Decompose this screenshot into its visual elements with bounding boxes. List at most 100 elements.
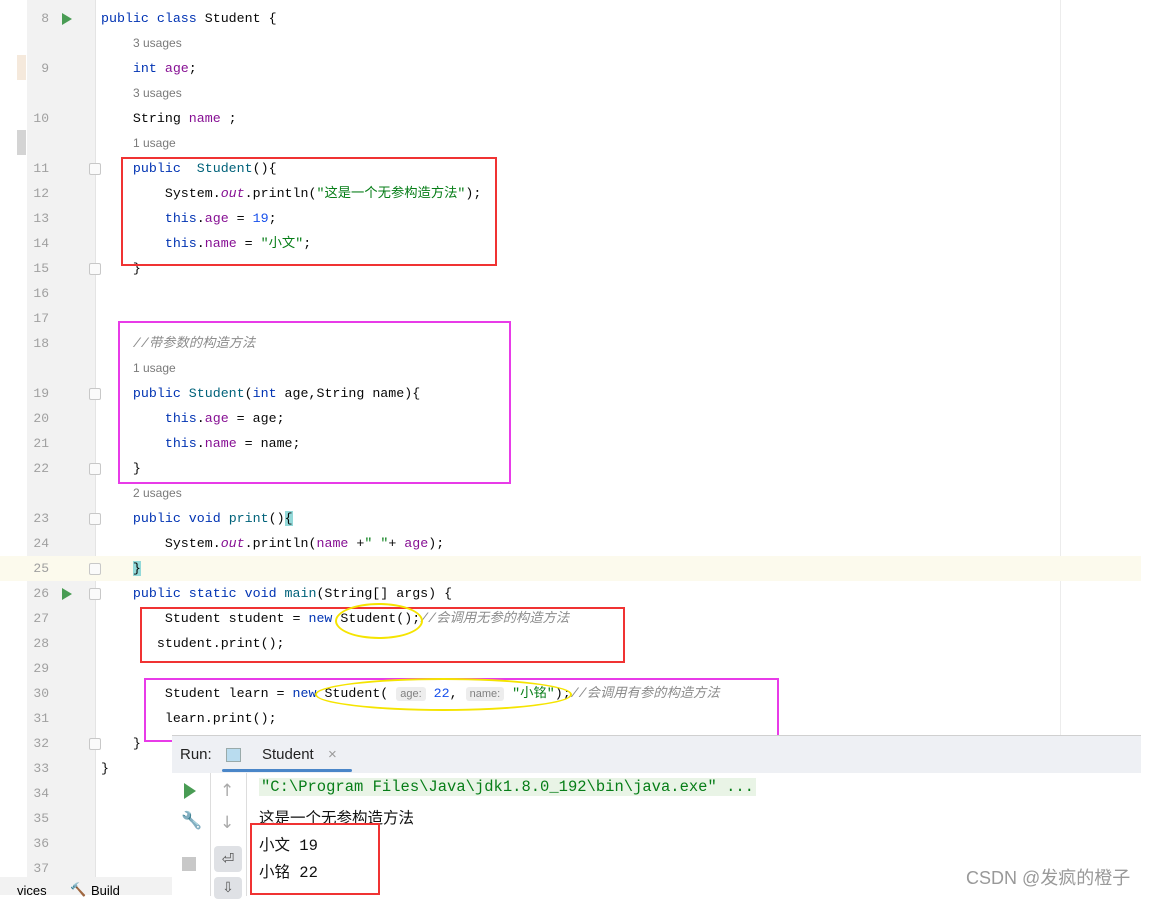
usage-hint[interactable]: 1 usage (0, 356, 1141, 381)
code-text: System.out.println("这是一个无参构造方法"); (101, 181, 482, 206)
code-token: ( (244, 386, 253, 401)
code-token: { (284, 511, 293, 526)
code-token: public static void (132, 586, 285, 601)
usage-count[interactable]: 1 usage (133, 356, 176, 381)
usage-count[interactable]: 1 usage (133, 131, 176, 156)
soft-wrap-icon[interactable]: ⏎ (214, 846, 242, 872)
wrench-icon[interactable]: 🔧 (181, 811, 202, 831)
line-number: 16 (33, 286, 49, 301)
fold-icon[interactable] (89, 463, 101, 475)
code-line: 15 } (0, 256, 1141, 281)
fold-icon[interactable] (89, 163, 101, 175)
code-line: 19 public Student(int age,String name){ (0, 381, 1141, 406)
code-token: ; (220, 111, 237, 126)
stop-icon[interactable] (182, 857, 196, 871)
services-tab[interactable]: vices (17, 883, 47, 898)
code-token: " " (364, 536, 389, 551)
code-token: .println( (244, 186, 317, 201)
code-token: } (101, 461, 141, 476)
fold-icon[interactable] (89, 588, 101, 600)
line-number: 21 (33, 436, 49, 451)
code-text: public Student(){ (101, 156, 277, 181)
code-line: 9 int age; (0, 56, 1141, 81)
line-number: 32 (33, 736, 49, 751)
code-token: () (268, 511, 285, 526)
scroll-to-end-icon[interactable]: ⇩ (214, 877, 242, 899)
code-token: out (220, 186, 245, 201)
code-line: 12 System.out.println("这是一个无参构造方法"); (0, 181, 1141, 206)
code-text: } (101, 731, 141, 756)
code-token: age: (396, 687, 426, 701)
code-token: Student (188, 386, 245, 401)
code-token: .println( (244, 536, 317, 551)
line-number: 20 (33, 411, 49, 426)
run-header: Run: Student × (172, 736, 1141, 773)
code-token: public class (101, 11, 205, 26)
rerun-icon[interactable] (184, 783, 196, 799)
code-token: Student(); (340, 611, 421, 626)
usage-count[interactable]: 3 usages (133, 31, 182, 56)
fold-icon[interactable] (89, 563, 101, 575)
code-text: this.age = 19; (101, 206, 277, 231)
run-label: Run: (180, 746, 212, 763)
code-token: . (196, 211, 205, 226)
code-line: 28 student.print(); (0, 631, 1141, 656)
line-number: 26 (33, 586, 49, 601)
code-line: 31 learn.print(); (0, 706, 1141, 731)
code-token: student.print(); (101, 636, 285, 651)
run-gutter-icon[interactable] (62, 588, 72, 600)
code-token: int (252, 386, 285, 401)
code-text: this.name = name; (101, 431, 301, 456)
code-text: int age; (101, 56, 197, 81)
code-token: public (132, 386, 189, 401)
code-token: , (449, 686, 466, 701)
usage-count[interactable]: 2 usages (133, 481, 182, 506)
code-token: this (164, 436, 197, 451)
tab-student[interactable]: Student × (222, 736, 352, 773)
usage-hint[interactable]: 3 usages (0, 81, 1141, 106)
code-line: 24 System.out.println(name +" "+ age); (0, 531, 1141, 556)
code-token: Student { (204, 11, 277, 26)
code-token: 22 (433, 686, 450, 701)
line-number: 10 (33, 111, 49, 126)
code-token: ; (303, 236, 312, 251)
console-line: 小铭 22 (259, 864, 318, 882)
arrow-down-icon[interactable]: ↓ (220, 813, 234, 833)
usage-hint[interactable]: 2 usages (0, 481, 1141, 506)
code-token: age (164, 61, 189, 76)
hammer-icon: 🔨 (70, 882, 87, 897)
code-line: 8 public class Student { (0, 6, 1141, 31)
close-icon[interactable]: × (328, 746, 337, 763)
usage-count[interactable]: 3 usages (133, 81, 182, 106)
fold-icon[interactable] (89, 263, 101, 275)
run-gutter-icon[interactable] (62, 13, 72, 25)
fold-icon[interactable] (89, 738, 101, 750)
build-tab[interactable]: Build (91, 883, 120, 898)
code-token: name (188, 111, 221, 126)
code-token: "这是一个无参构造方法" (316, 186, 466, 201)
code-line: 10 String name ; (0, 106, 1141, 131)
code-token: Student student = (101, 611, 309, 626)
code-token: out (220, 536, 245, 551)
code-token: name: (465, 687, 505, 701)
arrow-up-icon[interactable]: ↑ (220, 781, 234, 801)
line-number: 13 (33, 211, 49, 226)
line-number: 36 (33, 836, 49, 851)
usage-hint[interactable]: 1 usage (0, 131, 1141, 156)
fold-icon[interactable] (89, 388, 101, 400)
fold-icon[interactable] (89, 513, 101, 525)
line-number: 24 (33, 536, 49, 551)
code-token: int (132, 61, 165, 76)
code-line: 11 public Student(){ (0, 156, 1141, 181)
code-line: 22 } (0, 456, 1141, 481)
code-line: 16 (0, 281, 1141, 306)
line-number: 11 (33, 161, 49, 176)
code-text: this.age = age; (101, 406, 285, 431)
code-token: = (228, 211, 253, 226)
console-line: 小文 19 (259, 837, 318, 855)
usage-hint[interactable]: 3 usages (0, 31, 1141, 56)
